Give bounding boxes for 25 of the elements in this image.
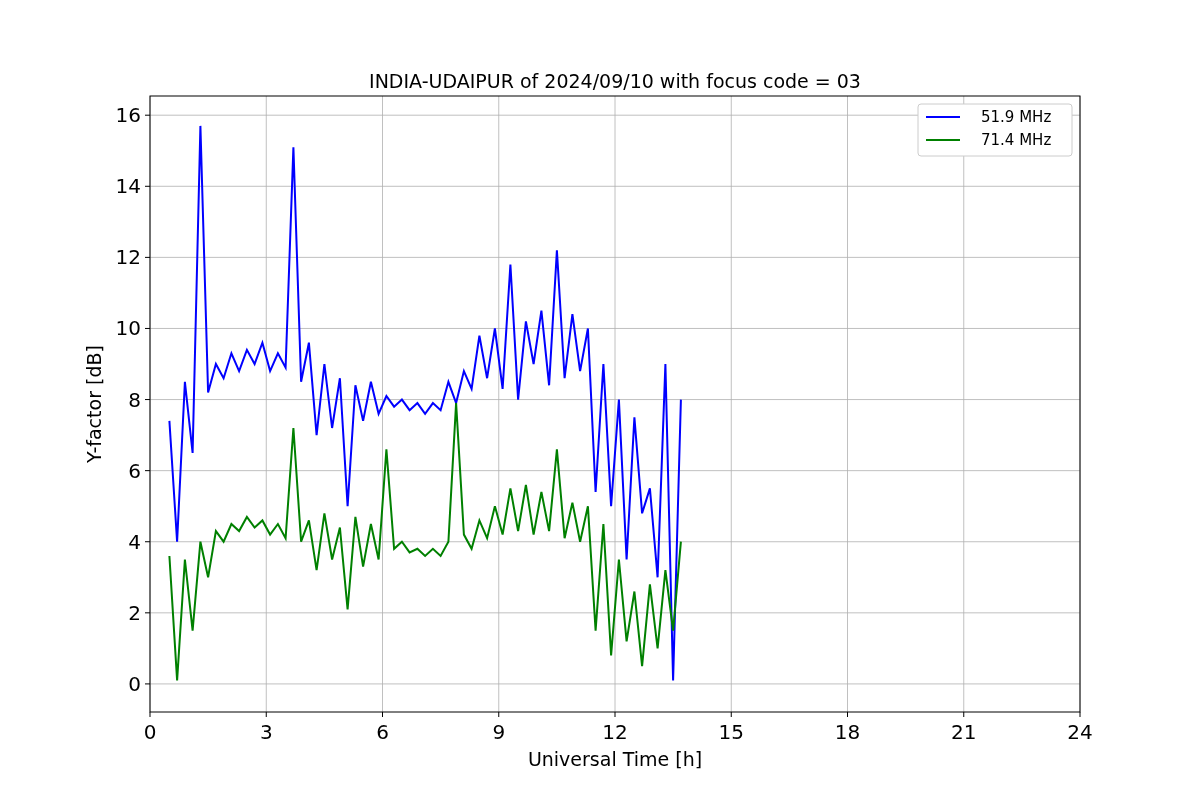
- legend-line-icon: [925, 139, 961, 141]
- x-tick-label: 6: [376, 720, 389, 744]
- y-tick-label: 10: [115, 316, 141, 341]
- y-axis-label: Y-factor [dB]: [83, 345, 105, 463]
- chart-title: INDIA-UDAIPUR of 2024/09/10 with focus code = 03: [369, 70, 861, 92]
- x-tick-label: 9: [492, 720, 506, 744]
- x-tick-label: 0: [143, 720, 157, 744]
- x-tick-label: 18: [834, 720, 861, 744]
- x-axis-label: Universal Time [h]: [527, 748, 703, 770]
- y-tick-label: 2: [128, 600, 141, 625]
- y-tick-label: 16: [115, 103, 141, 128]
- y-tick-label: 6: [128, 458, 141, 483]
- x-tick-label: 21: [951, 720, 977, 744]
- x-tick-label: 24: [1067, 720, 1093, 744]
- y-tick-label: 0: [128, 671, 141, 696]
- x-tick-label: 3: [259, 720, 273, 744]
- legend-label: 51.9 MHz: [981, 108, 1052, 126]
- y-tick-label: 12: [115, 245, 141, 270]
- x-tick-label: 12: [602, 720, 628, 744]
- x-tick-label: 15: [718, 720, 744, 744]
- legend-label: 71.4 MHz: [981, 131, 1052, 149]
- y-tick-label: 14: [115, 174, 141, 199]
- legend-line-icon: [925, 116, 961, 118]
- y-tick-label: 8: [128, 387, 141, 412]
- y-tick-label: 4: [128, 529, 141, 554]
